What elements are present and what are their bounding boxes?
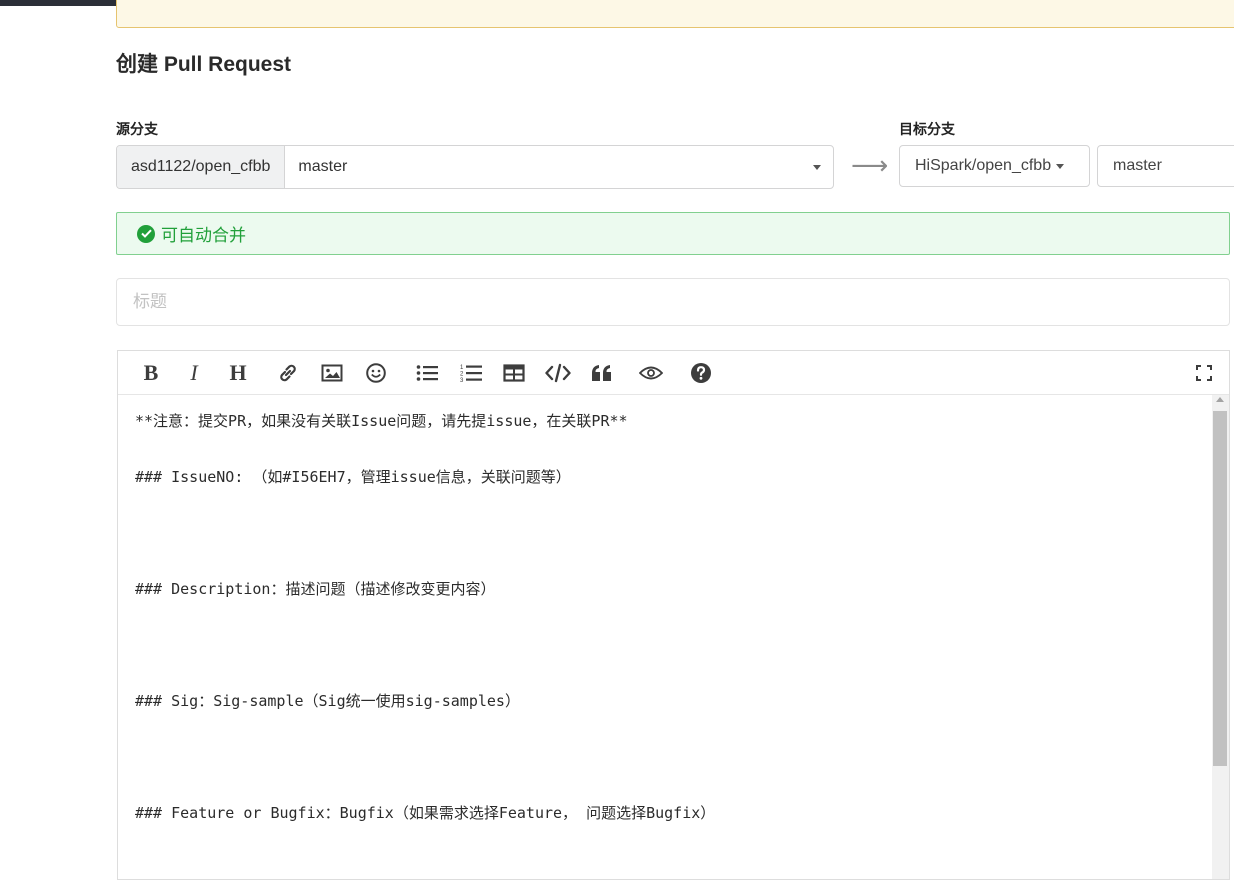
notice-banner [116,0,1234,28]
source-branch-label: 源分支 [116,121,158,137]
merge-status-text: 可自动合并 [161,226,246,245]
image-icon[interactable] [319,360,345,386]
link-icon[interactable] [275,360,301,386]
editor-line: ### IssueNO: （如#I56EH7，管理issue信息，关联问题等） [135,468,571,486]
editor-line: ### Sig：Sig-sample（Sig统一使用sig-samples） [135,692,520,710]
check-circle-icon [137,224,155,243]
target-repo-dropdown[interactable]: HiSpark/open_cfbb [899,145,1090,187]
pr-title-input[interactable] [116,278,1230,326]
emoji-icon[interactable] [363,360,389,386]
target-branch-label: 目标分支 [899,121,955,137]
caret-down-icon [813,164,821,170]
fullscreen-icon[interactable] [1191,360,1217,386]
bold-icon[interactable]: B [138,360,164,386]
target-repo-value: HiSpark/open_cfbb [915,157,1052,174]
merge-status-banner: 可自动合并 [116,212,1230,255]
italic-icon[interactable]: I [181,360,207,386]
help-icon[interactable] [688,360,714,386]
svg-text:1: 1 [460,365,464,371]
svg-text:2: 2 [460,372,464,378]
source-branch-selector: asd1122/open_cfbb master [116,145,834,189]
page-title: 创建 Pull Request [116,53,292,76]
svg-text:3: 3 [460,378,464,383]
ordered-list-icon[interactable]: 123 [458,360,484,386]
editor-line: ### Description：描述问题（描述修改变更内容） [135,580,496,598]
editor-line: **注意：提交PR，如果没有关联Issue问题，请先提issue，在关联PR** [135,412,628,430]
preview-icon[interactable] [638,360,664,386]
editor-line: ### Feature or Bugfix：Bugfix（如果需求选择Featu… [135,804,716,822]
markdown-editor: B I H 123 **注意：提交PR，如果没有关联Issue问题，请先提iss… [117,350,1230,880]
quote-icon[interactable] [589,360,615,386]
target-branch-dropdown[interactable]: master [1097,145,1234,187]
unordered-list-icon[interactable] [414,360,440,386]
editor-toolbar: B I H 123 [118,351,1229,395]
target-branch-value: master [1113,157,1162,174]
source-repo: asd1122/open_cfbb [117,146,286,188]
editor-scrollbar[interactable] [1212,395,1229,879]
source-branch-dropdown[interactable]: master [285,146,833,188]
scrollbar-thumb[interactable] [1213,411,1227,766]
caret-down-icon [1056,163,1065,169]
source-branch-value: master [298,158,348,175]
table-icon[interactable] [501,360,527,386]
heading-icon[interactable]: H [225,360,251,386]
code-icon[interactable] [545,360,571,386]
scroll-up-arrow-icon[interactable] [1216,397,1224,402]
arrow-right-icon: ⟶ [851,150,889,180]
editor-textarea[interactable]: **注意：提交PR，如果没有关联Issue问题，请先提issue，在关联PR**… [118,395,1212,879]
